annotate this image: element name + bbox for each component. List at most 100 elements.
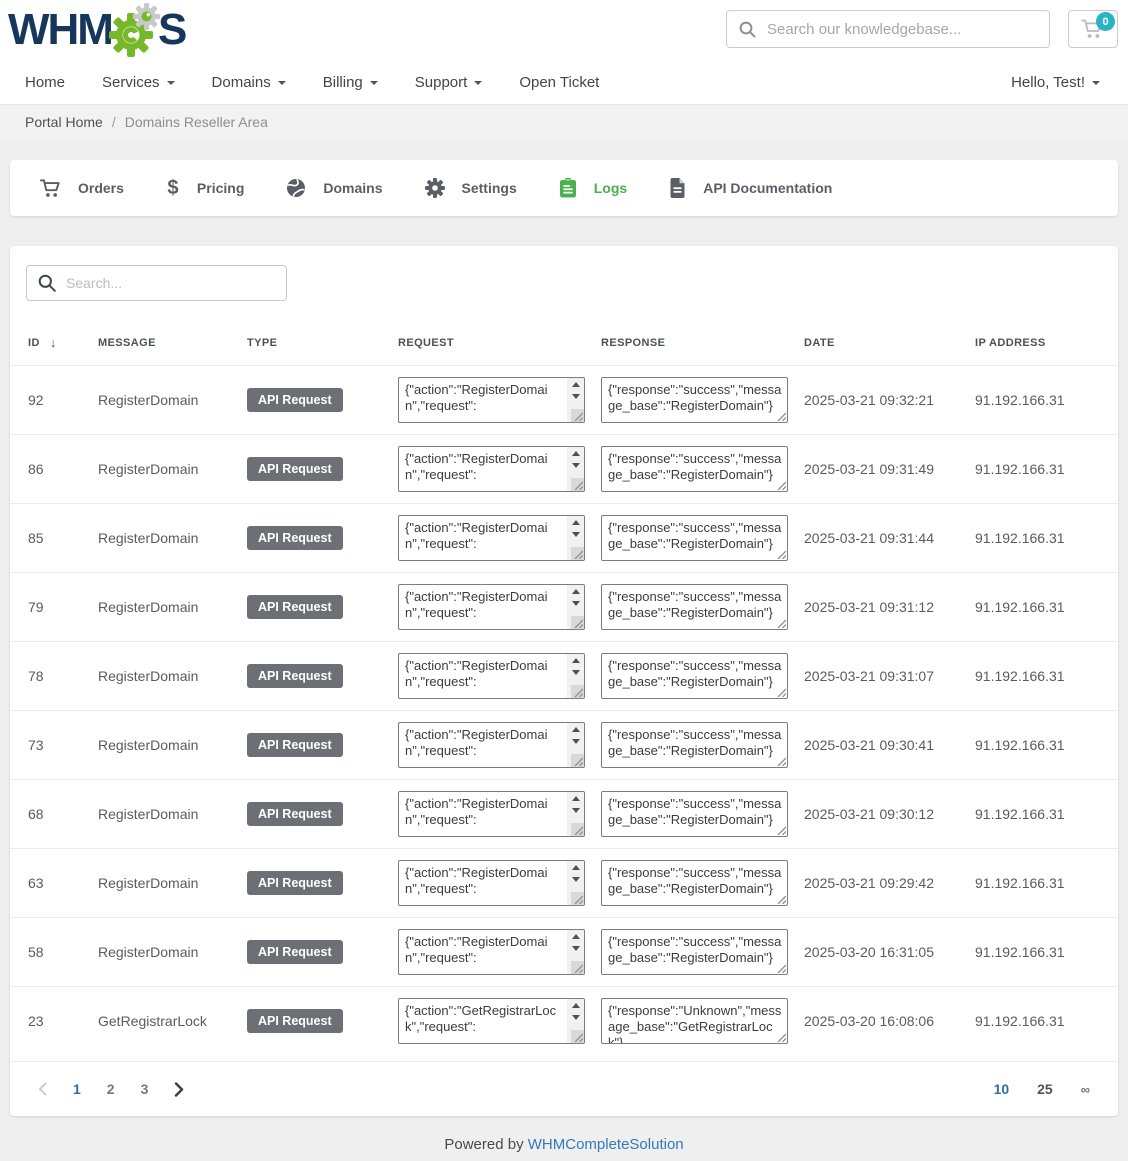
- scroll-up-icon[interactable]: [572, 520, 580, 525]
- response-textarea[interactable]: {"response":"success","message_base":"Re…: [601, 929, 788, 975]
- column-header-id[interactable]: ID ↓: [28, 335, 98, 350]
- nav-item-services[interactable]: Services: [102, 74, 175, 91]
- resize-grip-icon[interactable]: [571, 823, 584, 836]
- scroll-up-icon[interactable]: [572, 658, 580, 663]
- column-header-request[interactable]: REQUEST: [398, 337, 601, 349]
- resize-grip-icon[interactable]: [571, 616, 584, 629]
- cart-button[interactable]: 0: [1068, 10, 1118, 48]
- column-header-message[interactable]: MESSAGE: [98, 337, 247, 349]
- response-textarea[interactable]: {"response":"success","message_base":"Re…: [601, 377, 788, 423]
- breadcrumb-portal-home[interactable]: Portal Home: [25, 114, 103, 130]
- scroll-up-icon[interactable]: [572, 934, 580, 939]
- page-button-1[interactable]: 1: [73, 1081, 81, 1097]
- page-button-3[interactable]: 3: [141, 1081, 149, 1097]
- resize-grip-icon[interactable]: [774, 1030, 787, 1043]
- next-page-button[interactable]: [174, 1082, 184, 1097]
- request-textarea[interactable]: {"action":"RegisterDomain","request":: [398, 722, 585, 768]
- nav-item-open-ticket[interactable]: Open Ticket: [519, 74, 599, 91]
- scroll-down-icon[interactable]: [572, 946, 580, 951]
- tab-pricing[interactable]: $ Pricing: [166, 177, 244, 200]
- page-size-10[interactable]: 10: [994, 1081, 1010, 1097]
- scroll-up-icon[interactable]: [572, 382, 580, 387]
- request-textarea[interactable]: {"action":"RegisterDomain","request":: [398, 377, 585, 423]
- tab-settings[interactable]: Settings: [425, 178, 517, 198]
- response-textarea[interactable]: {"response":"success","message_base":"Re…: [601, 791, 788, 837]
- tab-domains[interactable]: Domains: [286, 178, 382, 198]
- footer-link[interactable]: WHMCompleteSolution: [528, 1136, 684, 1153]
- resize-grip-icon[interactable]: [774, 478, 787, 491]
- scroll-up-icon[interactable]: [572, 589, 580, 594]
- resize-grip-icon[interactable]: [774, 409, 787, 422]
- column-header-ip[interactable]: IP ADDRESS: [975, 337, 1118, 349]
- request-textarea[interactable]: {"action":"RegisterDomain","request":: [398, 446, 585, 492]
- resize-grip-icon[interactable]: [774, 616, 787, 629]
- scroll-up-icon[interactable]: [572, 727, 580, 732]
- response-textarea[interactable]: {"response":"success","message_base":"Re…: [601, 653, 788, 699]
- request-textarea[interactable]: {"action":"RegisterDomain","request":: [398, 653, 585, 699]
- scroll-up-icon[interactable]: [572, 1003, 580, 1008]
- scroll-down-icon[interactable]: [572, 670, 580, 675]
- response-textarea[interactable]: {"response":"success","message_base":"Re…: [601, 446, 788, 492]
- resize-grip-icon[interactable]: [571, 961, 584, 974]
- request-textarea[interactable]: {"action":"RegisterDomain","request":: [398, 515, 585, 561]
- scroll-down-icon[interactable]: [572, 808, 580, 813]
- resize-grip-icon[interactable]: [571, 1030, 584, 1043]
- request-textarea[interactable]: {"action":"RegisterDomain","request":: [398, 860, 585, 906]
- log-id: 79: [28, 599, 98, 615]
- scroll-down-icon[interactable]: [572, 739, 580, 744]
- scroll-down-icon[interactable]: [572, 1015, 580, 1020]
- scroll-up-icon[interactable]: [572, 451, 580, 456]
- scroll-up-icon[interactable]: [572, 796, 580, 801]
- resize-grip-icon[interactable]: [774, 823, 787, 836]
- resize-grip-icon[interactable]: [571, 478, 584, 491]
- request-textarea[interactable]: {"action":"RegisterDomain","request":: [398, 584, 585, 630]
- resize-grip-icon[interactable]: [774, 685, 787, 698]
- tab-logs[interactable]: Logs: [559, 178, 627, 198]
- resize-grip-icon[interactable]: [571, 892, 584, 905]
- resize-grip-icon[interactable]: [774, 547, 787, 560]
- request-textarea[interactable]: {"action":"GetRegistrarLock","request":: [398, 998, 585, 1044]
- page-size-all[interactable]: ∞: [1081, 1082, 1090, 1097]
- response-textarea[interactable]: {"response":"success","message_base":"Re…: [601, 515, 788, 561]
- chevron-down-icon: [167, 81, 175, 85]
- tab-api-documentation[interactable]: API Documentation: [669, 178, 832, 198]
- scroll-up-icon[interactable]: [572, 865, 580, 870]
- page-size-25[interactable]: 25: [1037, 1081, 1053, 1097]
- nav-item-domains[interactable]: Domains: [212, 74, 286, 91]
- log-date: 2025-03-21 09:31:07: [804, 668, 975, 684]
- prev-page-button[interactable]: [38, 1082, 47, 1096]
- scroll-down-icon[interactable]: [572, 877, 580, 882]
- nav-item-home[interactable]: Home: [25, 74, 65, 91]
- globe-icon: [286, 178, 306, 198]
- logs-search-input[interactable]: [66, 275, 275, 291]
- scroll-down-icon[interactable]: [572, 394, 580, 399]
- resize-grip-icon[interactable]: [571, 685, 584, 698]
- scroll-down-icon[interactable]: [572, 532, 580, 537]
- chevron-left-icon: [38, 1082, 47, 1096]
- knowledgebase-search-input[interactable]: [767, 21, 1037, 38]
- resize-grip-icon[interactable]: [774, 754, 787, 767]
- page-button-2[interactable]: 2: [107, 1081, 115, 1097]
- tab-orders[interactable]: Orders: [40, 178, 124, 198]
- column-header-response[interactable]: RESPONSE: [601, 337, 804, 349]
- resize-grip-icon[interactable]: [571, 754, 584, 767]
- user-menu[interactable]: Hello, Test!: [1011, 74, 1100, 91]
- nav-item-billing[interactable]: Billing: [323, 74, 378, 91]
- resize-grip-icon[interactable]: [774, 892, 787, 905]
- resize-grip-icon[interactable]: [774, 961, 787, 974]
- resize-grip-icon[interactable]: [571, 409, 584, 422]
- scroll-down-icon[interactable]: [572, 463, 580, 468]
- response-textarea[interactable]: {"response":"success","message_base":"Re…: [601, 584, 788, 630]
- request-textarea[interactable]: {"action":"RegisterDomain","request":: [398, 929, 585, 975]
- request-textarea[interactable]: {"action":"RegisterDomain","request":: [398, 791, 585, 837]
- nav-item-support[interactable]: Support: [415, 74, 483, 91]
- response-textarea[interactable]: {"response":"success","message_base":"Re…: [601, 860, 788, 906]
- scroll-down-icon[interactable]: [572, 601, 580, 606]
- resize-grip-icon[interactable]: [571, 547, 584, 560]
- column-header-type[interactable]: TYPE: [247, 337, 398, 349]
- log-ip: 91.192.166.31: [975, 875, 1118, 891]
- response-textarea[interactable]: {"response":"success","message_base":"Re…: [601, 722, 788, 768]
- response-textarea[interactable]: {"response":"Unknown","message_base":"Ge…: [601, 998, 788, 1044]
- column-header-date[interactable]: DATE: [804, 337, 975, 349]
- whmcs-logo[interactable]: WHM: [8, 3, 185, 57]
